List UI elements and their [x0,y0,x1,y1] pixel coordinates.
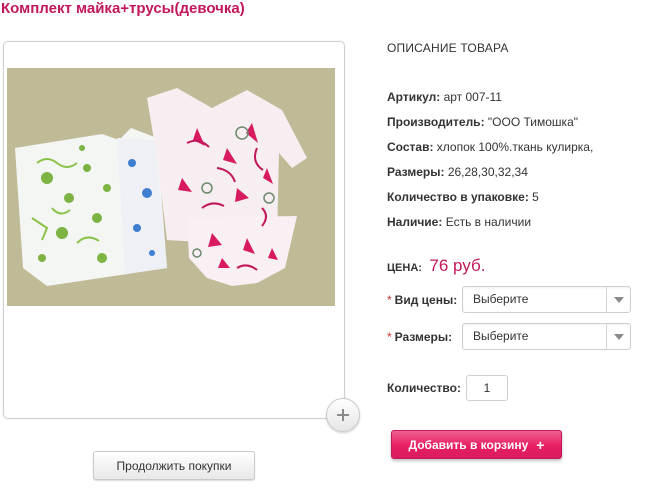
spec-label: Производитель: [387,115,485,129]
spec-availability: Наличие: Есть в наличии [387,215,531,229]
price-type-label-text: Вид цены: [394,293,458,307]
quantity-label: Количество: [387,381,461,395]
spec-value: 5 [532,190,539,204]
spec-label: Наличие: [387,215,443,229]
zoom-button[interactable] [326,398,360,432]
spec-label: Артикул: [387,90,441,104]
product-image[interactable] [7,68,335,306]
chevron-down-icon[interactable] [606,324,630,349]
sizes-select-value: Выберите [473,329,529,343]
spec-sizes: Размеры: 26,28,30,32,34 [387,165,528,179]
spec-composition: Состав: хлопок 100%.ткань кулирка, [387,140,593,154]
sizes-label: * Размеры: [387,330,452,344]
chevron-down-icon[interactable] [606,287,630,312]
plus-icon [337,409,349,421]
spec-label: Состав: [387,140,434,154]
spec-article: Артикул: арт 007-11 [387,90,502,104]
add-to-cart-button[interactable]: Добавить в корзину + [391,430,562,459]
price-type-label: * Вид цены: [387,293,457,307]
price-type-select-value: Выберите [473,292,529,306]
price-row: ЦЕНА: 76 руб. [387,256,485,276]
description-section-title: ОПИСАНИЕ ТОВАРА [387,41,509,55]
continue-shopping-button[interactable]: Продолжить покупки [93,451,255,480]
spec-value: 26,28,30,32,34 [447,165,528,179]
required-mark: * [387,330,392,344]
spec-label: Размеры: [387,165,445,179]
spec-label: Количество в упаковке: [387,190,529,204]
price-label: ЦЕНА: [387,262,422,274]
spec-manufacturer: Производитель: "ООО Тимошка" [387,115,578,129]
product-title: Комплект майка+трусы(девочка) [1,0,245,17]
required-mark: * [387,293,392,307]
spec-value: "ООО Тимошка" [487,115,579,129]
sizes-label-text: Размеры: [394,330,453,344]
price-value: 76 руб. [429,256,486,275]
spec-pack-quantity: Количество в упаковке: 5 [387,190,539,204]
price-type-select[interactable]: Выберите [462,286,631,313]
plus-icon: + [536,436,545,453]
sizes-select[interactable]: Выберите [462,323,631,350]
quantity-input[interactable]: 1 [466,375,508,401]
spec-value: Есть в наличии [445,215,532,229]
add-to-cart-label: Добавить в корзину [408,437,529,452]
spec-value: арт 007-11 [443,90,502,104]
spec-value: хлопок 100%.ткань кулирка, [436,140,594,154]
